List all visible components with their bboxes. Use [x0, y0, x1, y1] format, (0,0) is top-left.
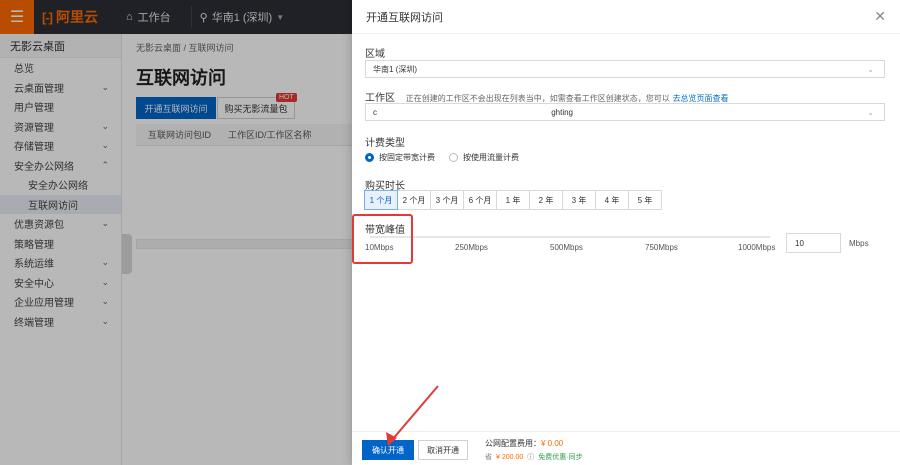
duration-options: 1 个月 2 个月 3 个月 6 个月 1 年2 年3 年4 年5 年 — [364, 190, 662, 210]
duration-option[interactable]: 4 年 — [595, 190, 629, 210]
duration-option[interactable]: 1 年 — [496, 190, 530, 210]
fee-value: ¥ 0.00 — [541, 439, 564, 448]
confirm-open-button[interactable]: 确认开通 — [362, 440, 414, 460]
duration-option[interactable]: 3 个月 — [430, 190, 464, 210]
workspace-select[interactable]: c ghting ⌄ — [365, 103, 885, 121]
region-select[interactable]: 华南1 (深圳) ⌄ — [365, 60, 885, 78]
fee-savings-prefix: 省 — [485, 454, 492, 461]
radio-label: 按固定带宽计费 — [379, 153, 435, 162]
duration-option[interactable]: 1 个月 — [364, 190, 398, 210]
promo-label: 免费优惠·同步 — [538, 454, 583, 461]
duration-option[interactable]: 2 年 — [529, 190, 563, 210]
bandwidth-slider-ticks: 10Mbps 250Mbps 500Mbps 750Mbps 1000Mbps — [365, 243, 785, 255]
region-select-value: 华南1 (深圳) — [373, 64, 417, 74]
bandwidth-slider[interactable] — [370, 236, 770, 238]
annotation-highlight-box — [352, 214, 413, 264]
open-internet-access-drawer: 开通互联网访问 ✕ 区域 华南1 (深圳) ⌄ 工作区 正在创建的工作区不会出现… — [352, 0, 900, 465]
radio-checked-icon — [365, 153, 374, 162]
radio-unchecked-icon — [449, 153, 458, 162]
region-field-label: 区域 — [365, 49, 385, 60]
chevron-down-icon: ⌄ — [867, 64, 874, 74]
bandwidth-tick-label: 250Mbps — [455, 243, 488, 252]
billing-type-label: 计费类型 — [365, 138, 405, 149]
bandwidth-unit: Mbps — [849, 239, 869, 248]
close-icon[interactable]: ✕ — [874, 8, 886, 25]
workspace-field-label: 工作区 正在创建的工作区不会出现在列表当中，如需查看工作区创建状态，您可以 去总… — [365, 89, 729, 104]
duration-option[interactable]: 6 个月 — [463, 190, 497, 210]
bandwidth-tick-label: 500Mbps — [550, 243, 583, 252]
workspace-value-prefix: c — [373, 107, 377, 117]
bandwidth-input[interactable] — [786, 233, 841, 253]
overview-link[interactable]: 去总览页面查看 — [673, 94, 729, 103]
workspace-hint: 正在创建的工作区不会出现在列表当中，如需查看工作区创建状态，您可以 — [405, 94, 670, 103]
drawer-footer: 确认开通 取消开通 公网配置费用：¥ 0.00 省 ¥ 200.00 ⓘ 免费优… — [352, 431, 900, 465]
fee-original-price: ¥ 200.00 — [496, 453, 524, 461]
duration-option[interactable]: 5 年 — [628, 190, 662, 210]
billing-traffic-radio[interactable]: 按使用流量计费 — [449, 152, 519, 163]
fee-savings: 省 ¥ 200.00 ⓘ 免费优惠·同步 — [485, 452, 583, 462]
drawer-header: 开通互联网访问 ✕ — [352, 0, 900, 34]
radio-label: 按使用流量计费 — [463, 153, 519, 162]
fee-label: 公网配置费用： — [485, 439, 541, 448]
chevron-down-icon: ⌄ — [867, 107, 874, 117]
info-icon[interactable]: ⓘ — [527, 452, 534, 462]
cancel-open-button[interactable]: 取消开通 — [418, 440, 468, 460]
duration-option[interactable]: 3 年 — [562, 190, 596, 210]
workspace-value-suffix: ghting — [551, 107, 573, 117]
bandwidth-tick-label: 750Mbps — [645, 243, 678, 252]
bandwidth-tick-label: 1000Mbps — [738, 243, 776, 252]
billing-type-group: 按固定带宽计费 按使用流量计费 — [365, 152, 519, 163]
workspace-select-value: c ghting — [373, 108, 573, 117]
billing-fixed-bandwidth-radio[interactable]: 按固定带宽计费 — [365, 152, 435, 163]
duration-option[interactable]: 2 个月 — [397, 190, 431, 210]
fee-summary: 公网配置费用：¥ 0.00 — [485, 438, 563, 449]
drawer-title: 开通互联网访问 — [366, 11, 443, 24]
